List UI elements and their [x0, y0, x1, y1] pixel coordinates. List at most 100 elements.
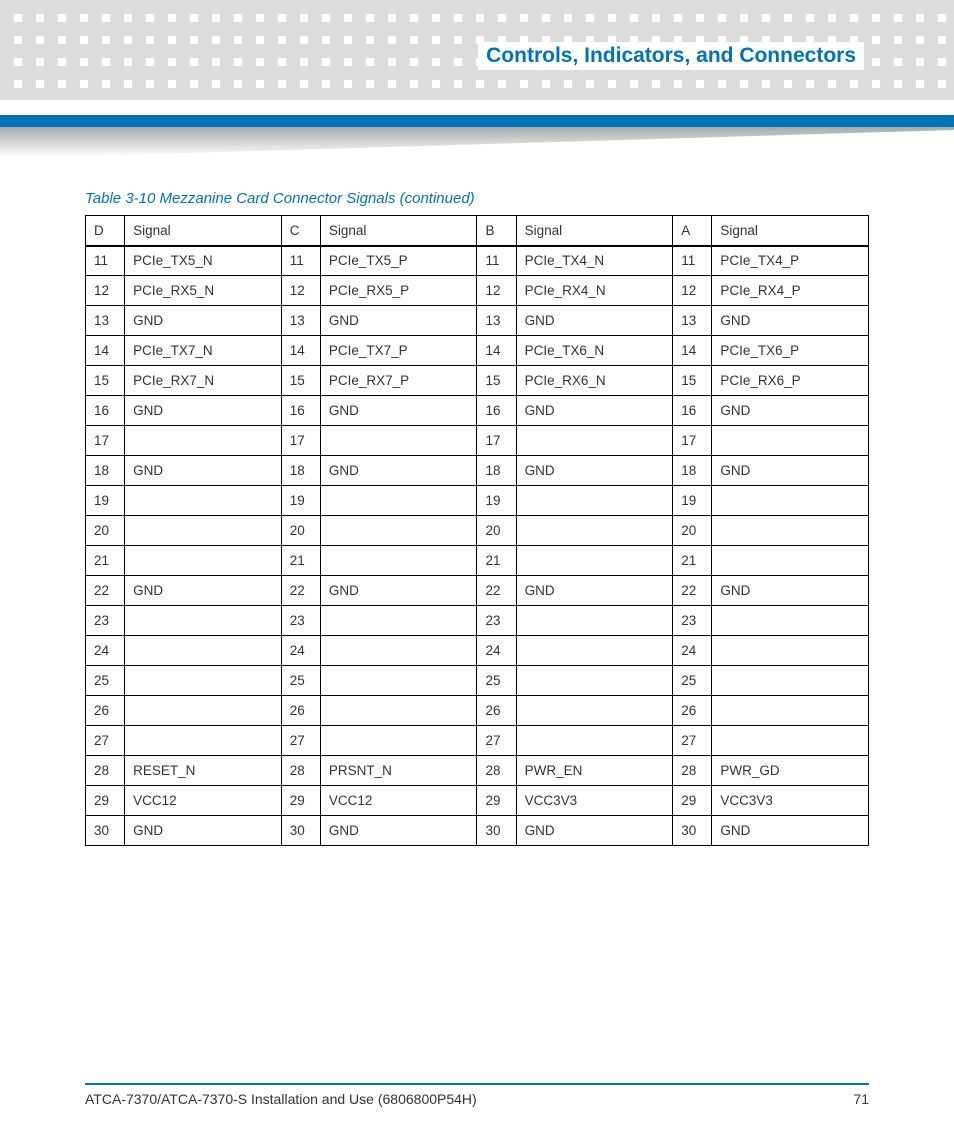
- table-cell: GND: [712, 816, 869, 846]
- table-row: 25252525: [86, 666, 869, 696]
- table-cell: PCIe_RX5_P: [320, 276, 477, 306]
- table-cell: GND: [516, 306, 673, 336]
- table-cell: 23: [673, 606, 712, 636]
- table-row: 28RESET_N28PRSNT_N28PWR_EN28PWR_GD: [86, 756, 869, 786]
- table-cell: GND: [712, 306, 869, 336]
- table-cell: [125, 636, 282, 666]
- connector-signals-table: D Signal C Signal B Signal A Signal 11PC…: [85, 215, 869, 846]
- table-cell: 19: [281, 486, 320, 516]
- table-cell: PCIe_RX5_N: [125, 276, 282, 306]
- table-cell: 13: [477, 306, 516, 336]
- table-cell: 25: [477, 666, 516, 696]
- table-cell: 18: [673, 456, 712, 486]
- table-row: 24242424: [86, 636, 869, 666]
- table-cell: 17: [281, 426, 320, 456]
- table-cell: 19: [86, 486, 125, 516]
- table-cell: 20: [477, 516, 516, 546]
- table-cell: 26: [673, 696, 712, 726]
- table-cell: 11: [86, 246, 125, 276]
- table-cell: PCIe_TX4_P: [712, 246, 869, 276]
- table-cell: GND: [516, 816, 673, 846]
- table-cell: 30: [86, 816, 125, 846]
- table-cell: 12: [281, 276, 320, 306]
- page-footer: ATCA-7370/ATCA-7370-S Installation and U…: [85, 1083, 869, 1107]
- table-cell: 22: [281, 576, 320, 606]
- table-row: 18GND18GND18GND18GND: [86, 456, 869, 486]
- table-cell: 20: [673, 516, 712, 546]
- table-cell: [125, 606, 282, 636]
- table-cell: 26: [281, 696, 320, 726]
- table-cell: 14: [86, 336, 125, 366]
- table-cell: PCIe_RX4_P: [712, 276, 869, 306]
- table-cell: 15: [281, 366, 320, 396]
- table-cell: 22: [673, 576, 712, 606]
- table-cell: 23: [281, 606, 320, 636]
- table-cell: 24: [477, 636, 516, 666]
- table-cell: 17: [673, 426, 712, 456]
- table-cell: [516, 726, 673, 756]
- table-cell: 30: [281, 816, 320, 846]
- table-cell: 19: [673, 486, 712, 516]
- table-cell: 26: [477, 696, 516, 726]
- table-cell: [125, 426, 282, 456]
- table-cell: PCIe_TX6_P: [712, 336, 869, 366]
- page-header: Controls, Indicators, and Connectors: [0, 0, 954, 160]
- table-cell: [320, 426, 477, 456]
- table-cell: PCIe_RX6_N: [516, 366, 673, 396]
- table-cell: RESET_N: [125, 756, 282, 786]
- table-cell: PCIe_RX6_P: [712, 366, 869, 396]
- col-header: B: [477, 216, 516, 246]
- table-cell: 11: [477, 246, 516, 276]
- table-caption: Table 3-10 Mezzanine Card Connector Sign…: [85, 190, 869, 207]
- table-cell: 16: [673, 396, 712, 426]
- table-cell: 13: [673, 306, 712, 336]
- col-header: Signal: [320, 216, 477, 246]
- table-cell: 17: [86, 426, 125, 456]
- col-header: Signal: [712, 216, 869, 246]
- table-cell: 22: [86, 576, 125, 606]
- table-cell: 18: [281, 456, 320, 486]
- table-cell: 18: [86, 456, 125, 486]
- table-cell: 15: [86, 366, 125, 396]
- table-row: 12PCIe_RX5_N12PCIe_RX5_P12PCIe_RX4_N12PC…: [86, 276, 869, 306]
- table-cell: 27: [477, 726, 516, 756]
- table-cell: GND: [125, 816, 282, 846]
- col-header: C: [281, 216, 320, 246]
- table-cell: [320, 696, 477, 726]
- table-cell: [712, 666, 869, 696]
- table-cell: 25: [281, 666, 320, 696]
- table-cell: 20: [86, 516, 125, 546]
- table-cell: PCIe_RX7_P: [320, 366, 477, 396]
- table-cell: PCIe_RX7_N: [125, 366, 282, 396]
- table-cell: 28: [673, 756, 712, 786]
- table-cell: 21: [477, 546, 516, 576]
- table-cell: [712, 516, 869, 546]
- table-cell: PCIe_TX6_N: [516, 336, 673, 366]
- table-cell: VCC12: [125, 786, 282, 816]
- table-cell: 27: [86, 726, 125, 756]
- table-cell: [320, 516, 477, 546]
- table-cell: VCC12: [320, 786, 477, 816]
- table-cell: PCIe_TX5_N: [125, 246, 282, 276]
- table-cell: 14: [281, 336, 320, 366]
- table-row: 29VCC1229VCC1229VCC3V329VCC3V3: [86, 786, 869, 816]
- col-header: D: [86, 216, 125, 246]
- col-header: A: [673, 216, 712, 246]
- table-cell: 27: [673, 726, 712, 756]
- table-cell: [516, 696, 673, 726]
- table-cell: 28: [281, 756, 320, 786]
- table-cell: [320, 606, 477, 636]
- table-cell: 29: [281, 786, 320, 816]
- table-cell: 24: [86, 636, 125, 666]
- table-row: 19191919: [86, 486, 869, 516]
- table-cell: 12: [477, 276, 516, 306]
- table-cell: [125, 516, 282, 546]
- table-cell: 14: [477, 336, 516, 366]
- header-gray-wedge: [0, 127, 954, 157]
- table-cell: 15: [673, 366, 712, 396]
- table-row: 17 17 17 17: [86, 426, 869, 456]
- table-cell: [320, 546, 477, 576]
- table-cell: GND: [320, 576, 477, 606]
- table-cell: 17: [477, 426, 516, 456]
- table-cell: 24: [281, 636, 320, 666]
